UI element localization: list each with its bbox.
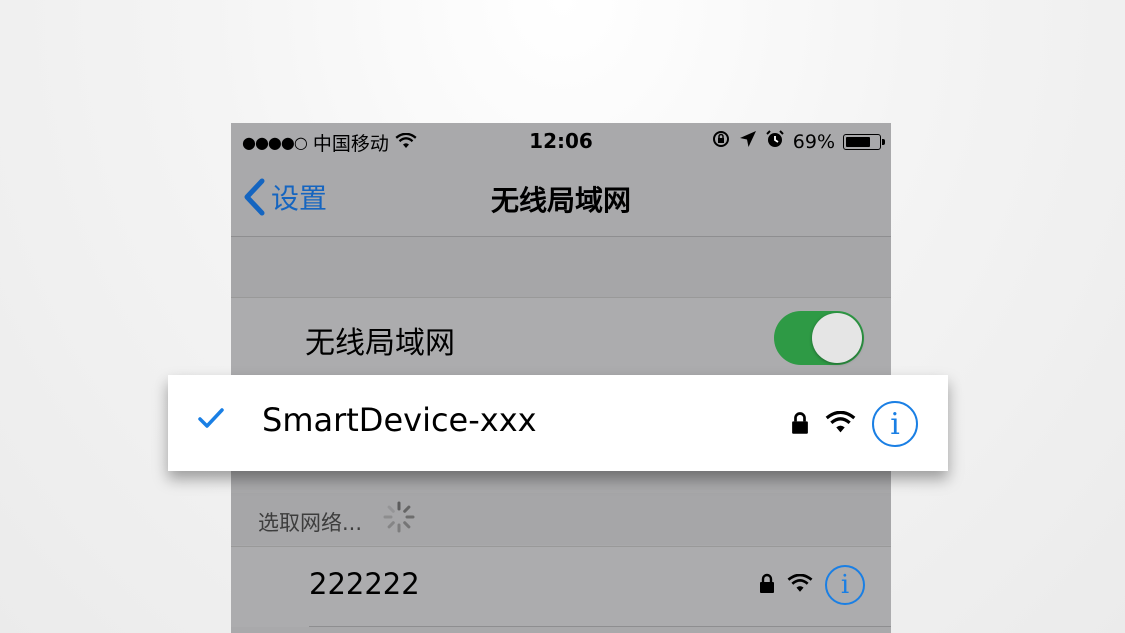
loading-spinner-icon [383, 501, 415, 533]
wifi-signal-icon [787, 573, 813, 597]
row-divider [309, 626, 891, 627]
info-icon[interactable]: i [825, 565, 865, 605]
info-icon[interactable]: i [872, 401, 918, 447]
checkmark-icon [198, 407, 224, 433]
location-arrow-icon [739, 130, 757, 153]
wlan-toggle-switch[interactable] [774, 311, 864, 365]
wlan-toggle-label: 无线局域网 [305, 326, 455, 361]
lock-icon [759, 573, 775, 597]
navigation-bar: 设置 无线局域网 [231, 159, 891, 237]
alarm-icon [765, 129, 785, 154]
wlan-toggle-row: 无线局域网 [231, 298, 891, 376]
network-row[interactable]: 222222 i [231, 546, 891, 627]
page-title: 无线局域网 [490, 184, 631, 217]
status-bar: ●●●●○ 中国移动 12:06 69% [231, 123, 891, 159]
battery-percent: 69% [792, 130, 835, 153]
section-spacer [231, 237, 891, 298]
lock-icon [791, 411, 809, 438]
choose-network-label: 选取网络... [258, 511, 363, 535]
toggle-knob [812, 313, 862, 363]
battery-icon [843, 133, 885, 150]
connected-network-row[interactable]: SmartDevice-xxx i [168, 375, 948, 471]
connected-network-name: SmartDevice-xxx [262, 401, 537, 439]
network-name: 222222 [309, 567, 420, 601]
wifi-signal-icon [825, 410, 856, 438]
rotation-lock-icon [711, 129, 731, 154]
choose-network-header: 选取网络... [231, 493, 891, 545]
